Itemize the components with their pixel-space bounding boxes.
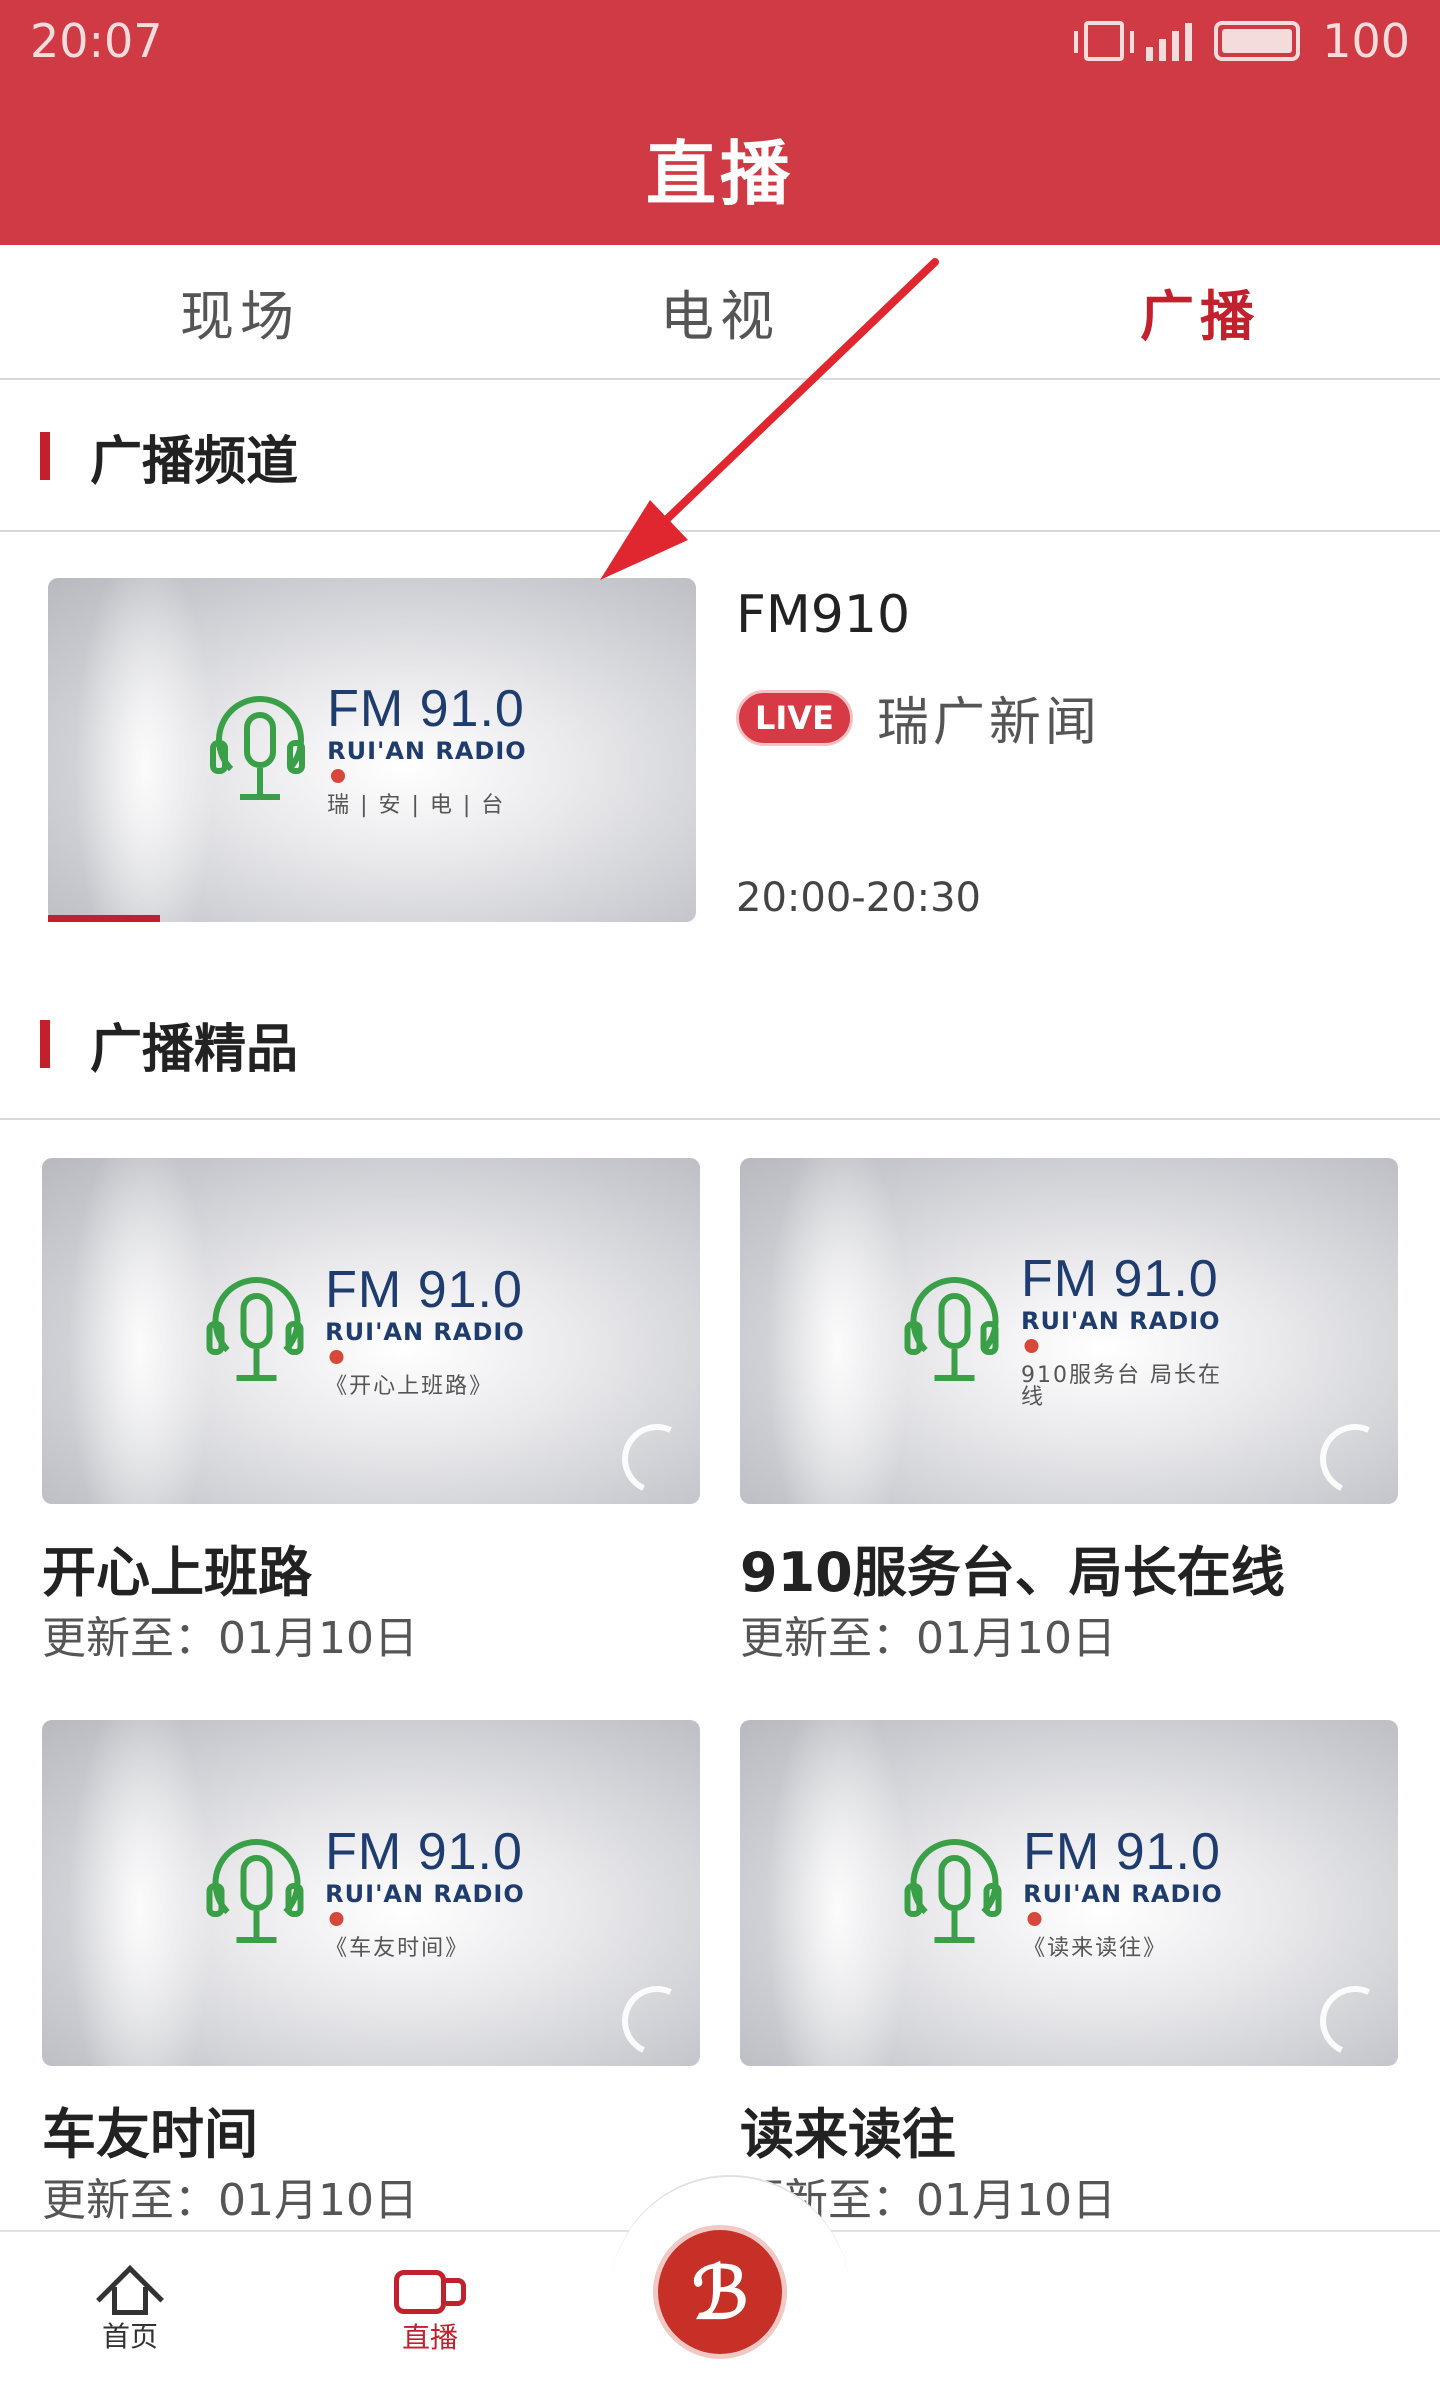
program-updated: 更新至：01月10日 bbox=[42, 1613, 418, 1664]
program-card-thumbnail[interactable]: FM 91.0 RUI'AN RADIO 《开心上班路》 bbox=[42, 1158, 700, 1504]
page-title: 直播 bbox=[646, 133, 794, 215]
logo-subtitle: RUI'AN RADIO bbox=[1021, 1309, 1234, 1357]
logo-frequency: FM 91.0 bbox=[1023, 1823, 1221, 1881]
program-title[interactable]: 读来读往 bbox=[740, 2090, 956, 2169]
program-time: 20:00-20:30 bbox=[736, 875, 981, 921]
section-marker bbox=[40, 432, 50, 480]
nav-live[interactable]: 直播 bbox=[394, 2270, 466, 2356]
radio-logo: FM 91.0 RUI'AN RADIO 910服务台 局长在线 bbox=[904, 1250, 1234, 1410]
section-premium-header: 广播精品 bbox=[0, 970, 1440, 1120]
play-ring-icon bbox=[1310, 1976, 1398, 2066]
program-title[interactable]: 车友时间 bbox=[42, 2090, 258, 2169]
nav-home[interactable]: 首页 bbox=[96, 2265, 164, 2355]
tab-scene[interactable]: 现场 bbox=[0, 245, 480, 378]
program-title[interactable]: 开心上班路 bbox=[42, 1528, 312, 1607]
tab-radio[interactable]: 广播 bbox=[960, 245, 1440, 378]
status-time: 20:07 bbox=[30, 14, 163, 68]
microphone-icon bbox=[210, 690, 306, 810]
play-ring-icon bbox=[1310, 1414, 1398, 1504]
section-channels-header: 广播频道 bbox=[0, 382, 1440, 532]
section-marker bbox=[40, 1020, 50, 1068]
tab-bar: 现场 电视 广播 bbox=[0, 245, 1440, 380]
live-progress-bar bbox=[48, 915, 160, 922]
channel-name[interactable]: FM910 bbox=[736, 585, 910, 645]
radio-logo: FM 91.0 RUI'AN RADIO 《车友时间》 bbox=[206, 1823, 536, 1961]
battery-level: 100 bbox=[1322, 14, 1410, 68]
radio-logo: FM 91.0 RUI'AN RADIO 瑞 | 安 | 电 | 台 bbox=[210, 683, 534, 817]
battery-icon bbox=[1214, 21, 1301, 61]
logo-subtitle: RUI'AN RADIO bbox=[325, 1320, 535, 1368]
signal-icon bbox=[1146, 21, 1193, 61]
logo-subtitle: RUI'AN RADIO bbox=[1023, 1882, 1233, 1930]
logo-subtitle: RUI'AN RADIO bbox=[327, 739, 534, 787]
app-logo-button[interactable]: ℬ bbox=[658, 2230, 782, 2354]
home-icon bbox=[96, 2265, 164, 2333]
play-ring-icon bbox=[612, 1414, 700, 1504]
tab-tv[interactable]: 电视 bbox=[480, 245, 960, 378]
program-card-thumbnail[interactable]: FM 91.0 RUI'AN RADIO 910服务台 局长在线 bbox=[740, 1158, 1398, 1504]
microphone-icon bbox=[904, 1271, 999, 1391]
live-row: LIVE 瑞广新闻 bbox=[736, 680, 1101, 755]
logo-tagline: 《读来读往》 bbox=[1023, 1936, 1168, 1961]
section-title: 广播频道 bbox=[90, 431, 299, 492]
program-card-thumbnail[interactable]: FM 91.0 RUI'AN RADIO 《读来读往》 bbox=[740, 1720, 1398, 2066]
logo-tagline: 910服务台 局长在线 bbox=[1020, 1363, 1222, 1410]
logo-tagline: 《车友时间》 bbox=[325, 1936, 470, 1961]
logo-frequency: FM 91.0 bbox=[325, 1261, 523, 1319]
program-updated: 更新至：01月10日 bbox=[740, 1613, 1116, 1664]
vibrate-icon bbox=[1074, 21, 1135, 61]
microphone-icon bbox=[206, 1271, 304, 1391]
app-header: 20:07 100 直播 bbox=[0, 0, 1440, 245]
live-badge: LIVE bbox=[736, 689, 853, 746]
thumbnail-glow bbox=[73, 578, 217, 922]
microphone-icon bbox=[904, 1833, 1002, 1953]
nav-live-label: 直播 bbox=[401, 2321, 458, 2354]
logo-frequency: FM 91.0 bbox=[1020, 1250, 1219, 1308]
channel-thumbnail[interactable]: FM 91.0 RUI'AN RADIO 瑞 | 安 | 电 | 台 bbox=[48, 578, 696, 922]
radio-logo: FM 91.0 RUI'AN RADIO 《开心上班路》 bbox=[206, 1261, 536, 1399]
logo-subtitle: RUI'AN RADIO bbox=[325, 1882, 535, 1930]
video-camera-icon bbox=[394, 2270, 466, 2316]
logo-frequency: FM 91.0 bbox=[327, 680, 525, 738]
program-name: 瑞广新闻 bbox=[876, 693, 1101, 753]
app-logo-icon: ℬ bbox=[691, 2249, 749, 2335]
logo-tagline: 《开心上班路》 bbox=[325, 1374, 494, 1399]
logo-tagline: 瑞 | 安 | 电 | 台 bbox=[327, 793, 506, 818]
radio-logo: FM 91.0 RUI'AN RADIO 《读来读往》 bbox=[904, 1823, 1234, 1961]
logo-frequency: FM 91.0 bbox=[325, 1823, 523, 1881]
microphone-icon bbox=[206, 1833, 304, 1953]
section-title: 广播精品 bbox=[90, 1019, 299, 1080]
program-card-thumbnail[interactable]: FM 91.0 RUI'AN RADIO 《车友时间》 bbox=[42, 1720, 700, 2066]
status-icons: 100 bbox=[1074, 14, 1410, 68]
program-title[interactable]: 910服务台、局长在线 bbox=[740, 1528, 1285, 1607]
play-ring-icon bbox=[612, 1976, 700, 2066]
program-updated: 更新至：01月10日 bbox=[42, 2175, 418, 2226]
